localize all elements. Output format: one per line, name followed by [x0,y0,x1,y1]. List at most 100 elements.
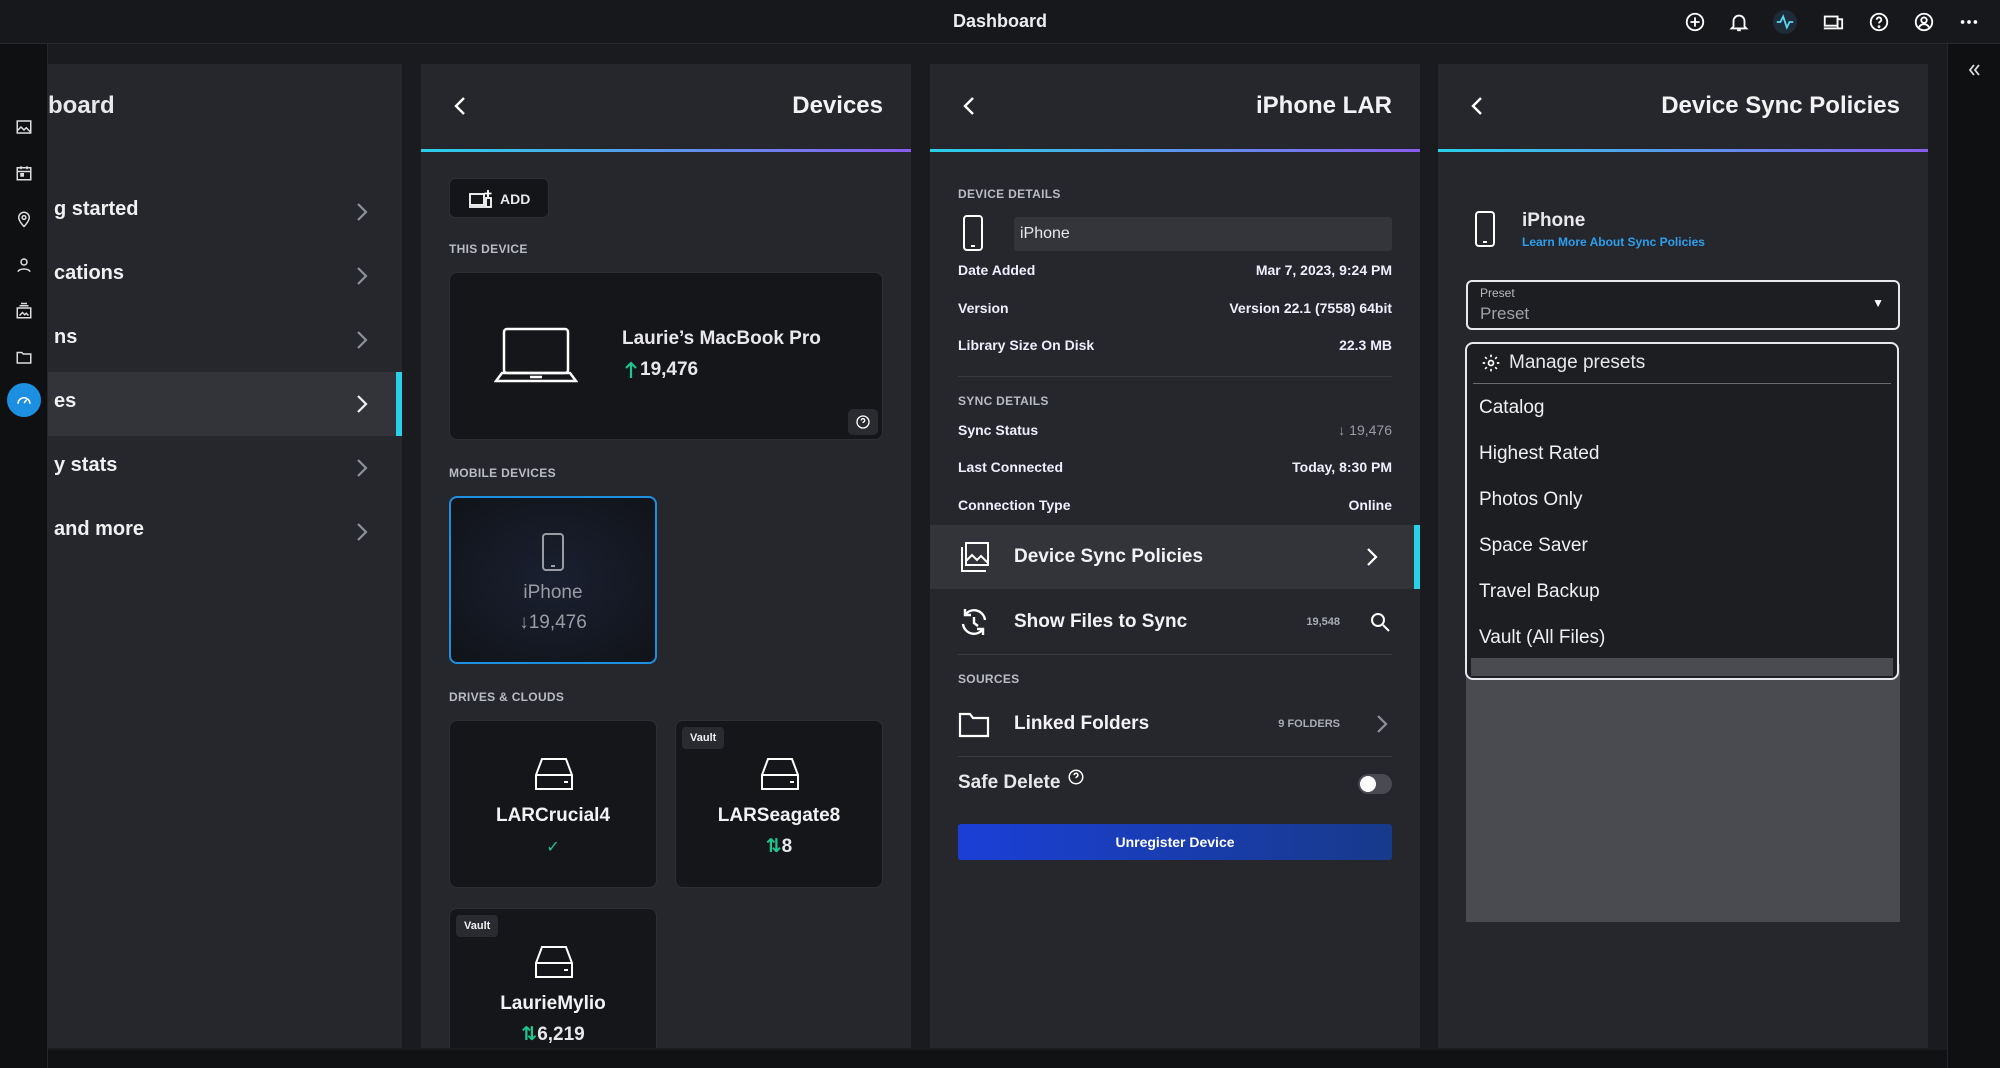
bottom-bar [48,1050,1947,1068]
device-count-row: ↓19,476 [451,612,655,634]
preset-option-space-saver[interactable]: Space Saver [1479,535,1588,557]
preset-option-highest-rated[interactable]: Highest Rated [1479,443,1599,465]
row-value: Mar 7, 2023, 9:24 PM [1255,262,1392,278]
drive-name: LaurieMylio [500,993,606,1014]
drive-count: 8 [781,836,793,857]
help-icon[interactable] [1867,10,1891,34]
row-value-wrap: ↓ 19,476 [1338,422,1392,438]
dashboard-panel: board g started cations ns es y stats an… [48,64,402,1048]
add-device-button[interactable]: ADD [449,178,549,218]
drive-card[interactable]: Vault LARSeagate8 ⇅8 [675,720,883,888]
search-icon[interactable] [1370,612,1390,632]
header-gradient-line [1438,149,1928,152]
nav-item-locations[interactable]: cations [48,244,402,308]
iphone-panel: iPhone LAR DEVICE DETAILS iPhone Date Ad… [930,64,1420,1048]
help-icon [856,415,870,429]
device-sync-policies-row[interactable]: Device Sync Policies [930,525,1420,589]
divider [958,654,1392,655]
preset-select[interactable]: Preset Preset ▼ [1466,280,1900,330]
row-value: Today, 8:30 PM [1292,459,1392,475]
add-circle-icon[interactable] [1683,10,1707,34]
row-value: 19,476 [1349,422,1392,438]
sync-circle-icon [961,609,987,635]
drive-name: LARCrucial4 [495,805,611,826]
bell-icon[interactable] [1727,10,1751,34]
header-gradient-line [930,149,1420,152]
safe-delete-label: Safe Delete [958,772,1061,793]
sync-status-row: Sync Status ↓ 19,476 [958,422,1392,442]
row-label: Sync Status [958,422,1039,438]
safe-delete-toggle[interactable] [1358,774,1392,794]
learn-more-link[interactable]: Learn More About Sync Policies [1522,235,1705,249]
nav-item-ns[interactable]: ns [48,308,402,372]
device-count: 19,476 [528,612,587,633]
download-arrow-icon: ↓ [1338,422,1350,438]
account-icon[interactable] [1912,10,1936,34]
dropdown-caret-icon: ▼ [1872,296,1884,310]
collapse-icon[interactable] [1964,60,1984,80]
back-arrow-icon[interactable] [449,94,473,118]
nav-item-label: es [54,390,77,412]
show-files-row[interactable]: Show Files to Sync 19,548 [930,590,1420,654]
nav-item-library-stats[interactable]: y stats [48,436,402,500]
folder-icon[interactable] [13,346,35,368]
back-arrow-icon[interactable] [958,94,982,118]
device-name: iPhone [523,582,583,603]
divider [958,376,1392,377]
drive-count-row: ⇅6,219 [450,1023,656,1046]
chevron-right-icon [357,523,368,541]
help-icon[interactable] [1067,768,1085,786]
panel-title: iPhone LAR [1256,92,1392,119]
activity-icon[interactable] [1773,10,1797,34]
chevron-right-icon [1377,715,1388,733]
sync-arrows-icon: ⇅ [521,1024,538,1045]
preset-option-catalog[interactable]: Catalog [1479,397,1545,419]
more-icon[interactable] [1957,10,1981,34]
iphone-card[interactable]: iPhone ↓19,476 [449,496,657,664]
row-label: Device Sync Policies [1014,546,1204,567]
drive-card[interactable]: LARCrucial4 ✓ [449,720,657,888]
nav-item-and-more[interactable]: and more [48,500,402,564]
back-arrow-icon[interactable] [1466,94,1490,118]
person-icon[interactable] [13,254,35,276]
device-name-value: iPhone [1020,225,1070,242]
chevron-right-icon [357,395,368,413]
preset-value: Preset [1480,304,1530,323]
albums-icon[interactable] [13,300,35,322]
drive-card[interactable]: Vault LaurieMylio ⇅6,219 [449,908,657,1048]
row-value: Version 22.1 (7558) 64bit [1229,300,1392,316]
unregister-device-button[interactable]: Unregister Device [958,824,1392,860]
drive-count: 6,219 [537,1024,585,1045]
preset-option-travel-backup[interactable]: Travel Backup [1479,581,1600,603]
top-bar: Dashboard [0,0,2000,44]
row-label: Date Added [958,262,1036,278]
drive-count-row: ⇅8 [676,835,882,858]
this-device-card[interactable]: Laurie’s MacBook Pro 19,476 [449,272,883,440]
nav-item-label: ns [54,326,78,348]
nav-item-devices[interactable]: es [48,372,402,436]
phone-icon [542,533,564,571]
row-label: Version [958,300,1009,316]
photo-stack-icon [961,542,989,572]
panel-header: board [48,64,402,150]
linked-folders-row[interactable]: Linked Folders 9 FOLDERS [930,692,1420,756]
connection-type-row: Connection Type Online [958,497,1392,517]
panel-title: Devices [792,92,883,119]
devices-panel: Devices ADD THIS DEVICE Laurie’s MacBook… [421,64,911,1048]
photos-icon[interactable] [13,116,35,138]
files-count: 19,548 [1306,616,1340,628]
preset-option-vault-all-files[interactable]: Vault (All Files) [1479,627,1605,649]
calendar-icon[interactable] [13,162,35,184]
row-label: Connection Type [958,497,1071,513]
preset-option-photos-only[interactable]: Photos Only [1479,489,1583,511]
manage-presets-item[interactable]: Manage presets [1467,344,1897,384]
map-pin-icon[interactable] [13,208,35,230]
chevron-right-icon [1367,548,1378,566]
devices-icon[interactable] [1821,10,1845,34]
dashboard-gauge-icon[interactable] [7,383,41,417]
nav-item-getting-started[interactable]: g started [48,180,402,244]
device-count: 19,476 [640,359,699,380]
device-name-field[interactable]: iPhone [1014,217,1392,251]
vault-badge: Vault [456,915,499,937]
help-button[interactable] [848,409,878,435]
